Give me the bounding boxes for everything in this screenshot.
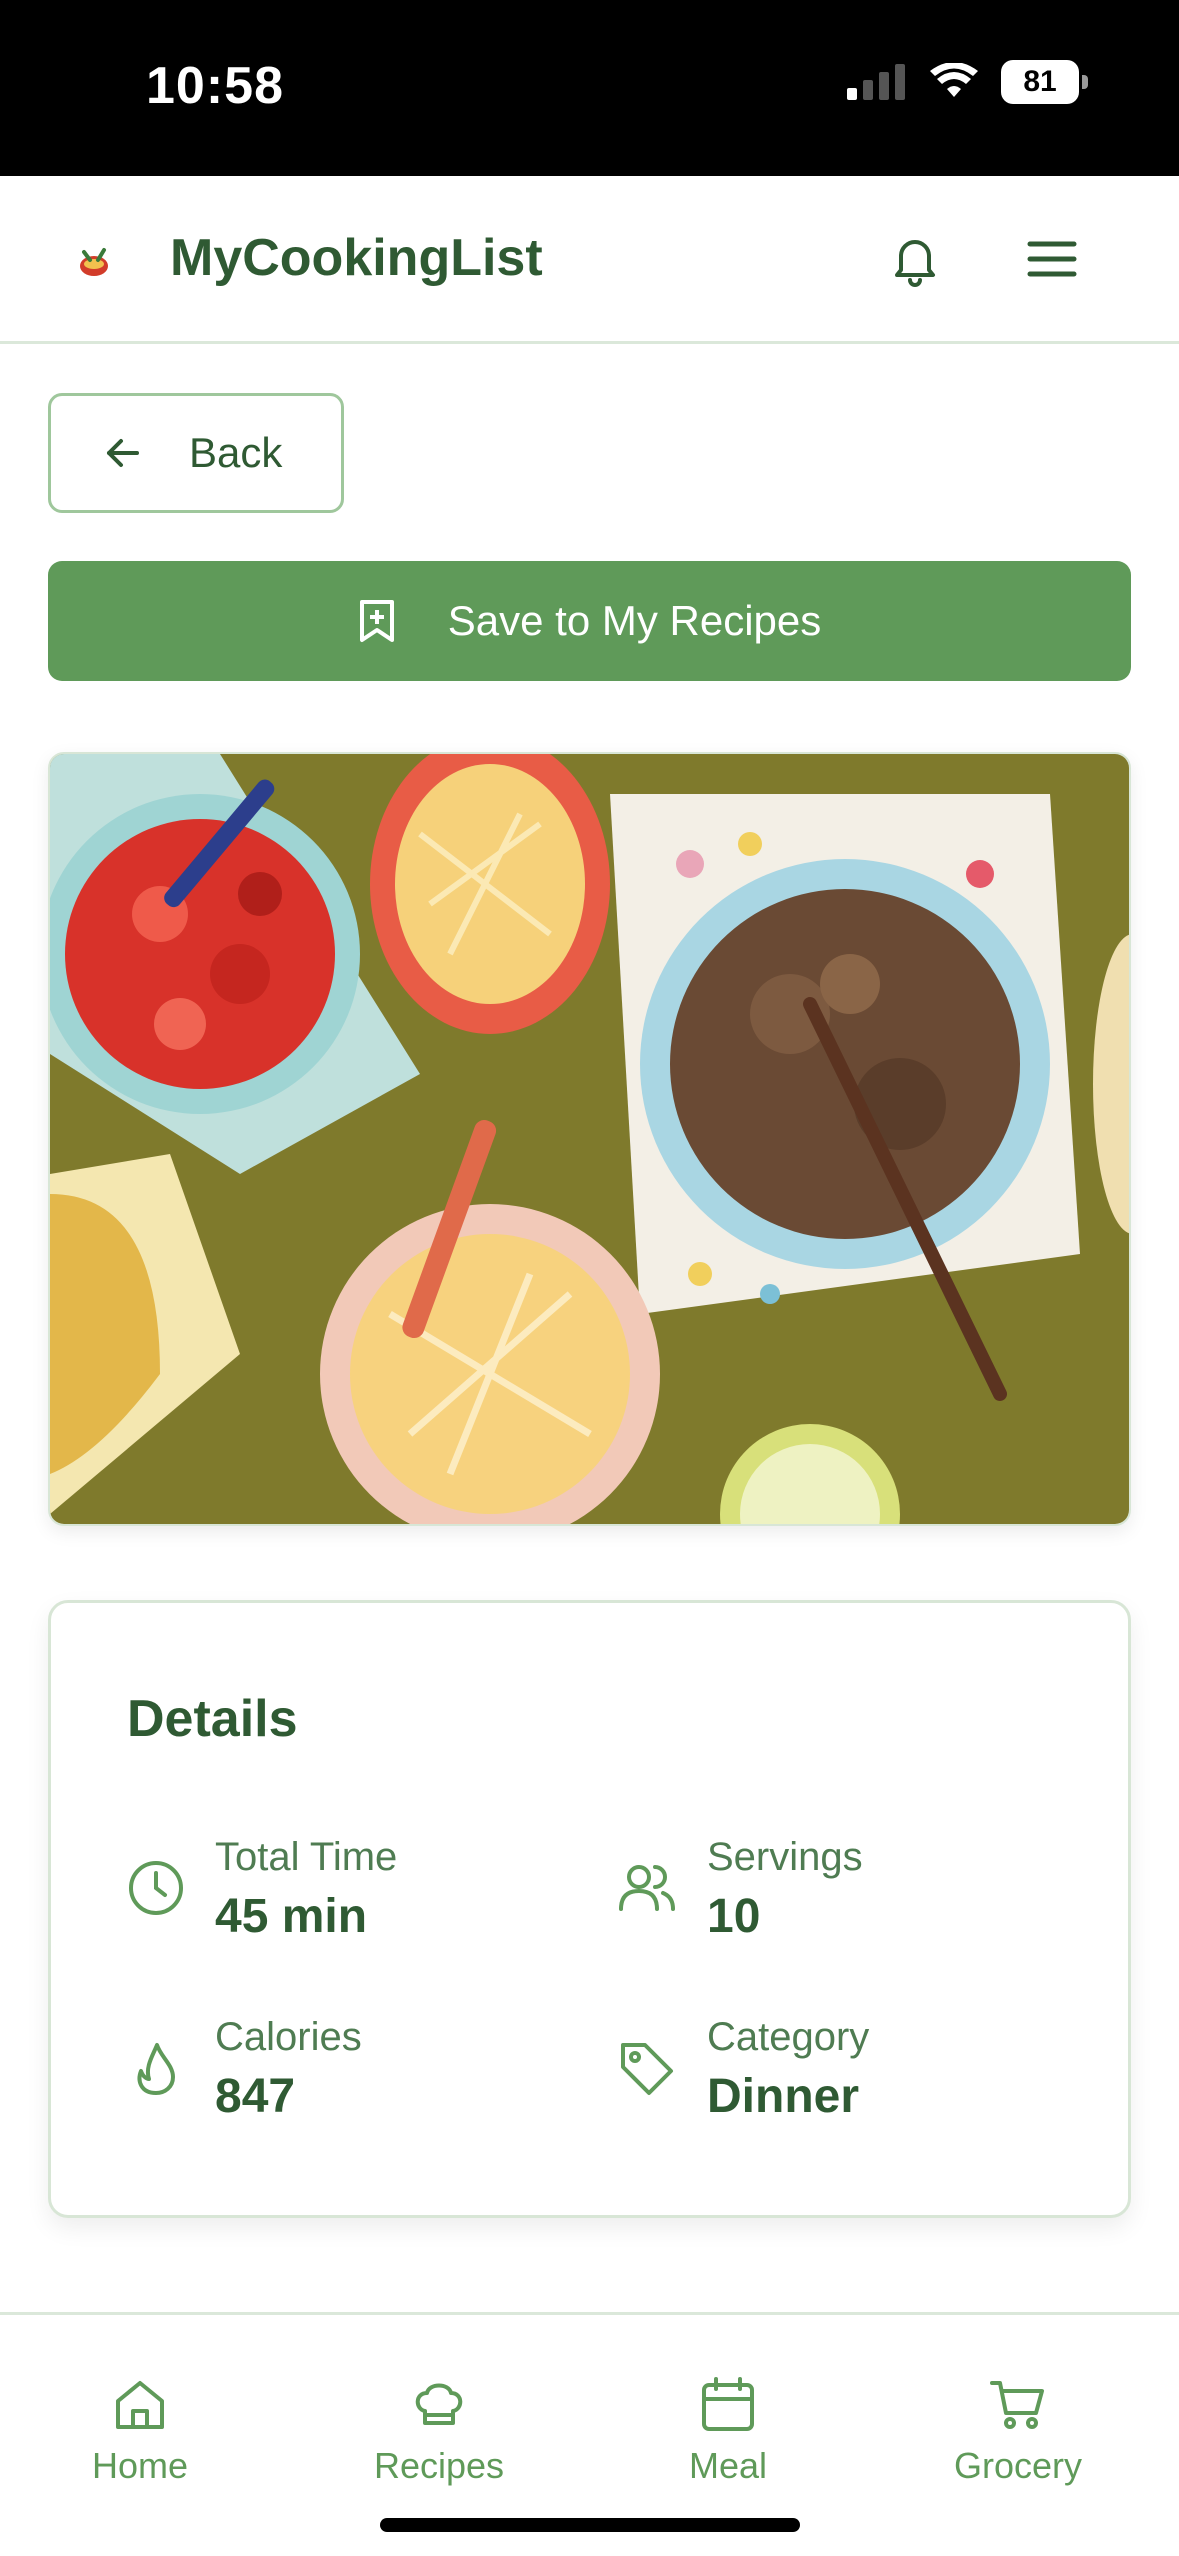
status-bar: 10:58 81 [0,0,1179,176]
status-time: 10:58 [146,57,284,115]
detail-label: Calories [215,2015,362,2059]
calendar-icon [702,2377,754,2431]
detail-value: 847 [215,2070,296,2123]
detail-label: Total Time [215,1835,398,1879]
users-icon [619,1865,675,1911]
nav-item-recipes[interactable]: Recipes [329,2375,549,2487]
chef-hat-icon [415,2383,463,2425]
back-button[interactable]: Back [48,393,344,513]
menu-icon[interactable] [1024,234,1080,284]
home-icon [116,2381,164,2429]
battery-indicator: 81 [1001,60,1088,104]
detail-category: Category Dinner [617,2013,869,2124]
detail-value: 45 min [215,1890,368,1943]
app-header: MyCookingList [0,176,1179,344]
nav-label: Meal [688,2445,768,2486]
logo-icon [80,248,108,276]
arrow-left-icon [107,439,139,467]
nav-item-meal[interactable]: Meal [618,2375,838,2487]
recipe-image [48,752,1131,1526]
signal-icon [847,64,905,100]
nav-label: Home [91,2445,189,2486]
home-indicator [380,2518,800,2532]
save-label: Save to My Recipes [447,597,822,644]
details-card: Details Total Time 45 min Servings 10 Ca… [48,1600,1131,2218]
back-label: Back [189,429,283,476]
nav-item-grocery[interactable]: Grocery [908,2375,1128,2487]
clock-icon [129,1861,183,1915]
save-to-my-recipes-button[interactable]: Save to My Recipes [48,561,1131,681]
status-icons: 81 [845,60,1088,104]
nav-item-home[interactable]: Home [30,2375,250,2487]
wifi-icon [930,63,978,97]
detail-label: Category [707,2015,870,2059]
detail-calories: Calories 847 [127,2013,362,2124]
detail-total-time: Total Time 45 min [127,1833,397,1944]
detail-value: 10 [707,1890,761,1943]
brand-name: MyCookingList [170,229,543,287]
details-title: Details [127,1690,298,1748]
detail-servings: Servings 10 [617,1833,863,1944]
detail-label: Servings [707,1835,863,1879]
tag-icon [621,2043,673,2095]
nav-label: Grocery [953,2445,1083,2486]
flame-icon [137,2043,175,2095]
bell-icon[interactable] [888,232,942,288]
detail-value: Dinner [707,2070,860,2123]
bookmark-plus-icon [359,600,394,642]
cart-icon [990,2381,1044,2429]
nav-label: Recipes [373,2445,505,2486]
